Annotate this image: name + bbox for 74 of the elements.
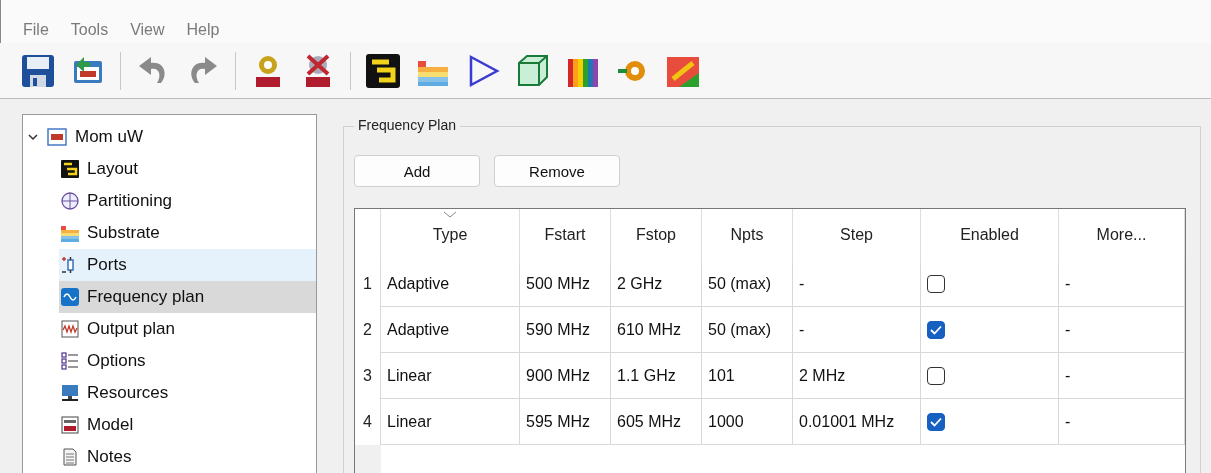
tree-item[interactable]: Notes <box>59 441 316 473</box>
globe-icon <box>61 192 79 210</box>
table-cell: 610 MHz <box>611 307 702 353</box>
table-cell: 1000 <box>702 399 793 445</box>
sort-icon <box>443 211 457 218</box>
tree-item[interactable]: Layout <box>59 153 316 185</box>
row-header-background <box>355 445 381 473</box>
tree-item[interactable]: Frequency plan <box>59 281 316 313</box>
group-title: Frequency Plan <box>354 117 461 133</box>
menu-item[interactable]: File <box>23 21 49 40</box>
cube-icon[interactable] <box>515 52 551 89</box>
table-cell: 605 MHz <box>611 399 702 445</box>
column-header[interactable]: Fstart <box>520 209 611 261</box>
table-cell: - <box>793 307 921 353</box>
table-cell: Adaptive <box>381 261 520 307</box>
tree-item[interactable]: Model <box>59 409 316 441</box>
table-cell: - <box>1059 399 1185 445</box>
monitor-icon <box>61 384 79 402</box>
column-header[interactable]: Type <box>381 209 520 261</box>
save-icon[interactable] <box>20 52 56 89</box>
tree-item[interactable]: Partitioning <box>59 185 316 217</box>
menu-item[interactable]: Tools <box>70 21 109 40</box>
checkbox[interactable] <box>927 274 945 293</box>
column-header[interactable]: More... <box>1059 209 1185 261</box>
project-icon <box>47 128 67 146</box>
tree-item[interactable]: Output plan <box>59 313 316 345</box>
table-cell: - <box>1059 307 1185 353</box>
table-cell: - <box>1059 353 1185 399</box>
waveform-icon <box>61 320 79 338</box>
frequency-icon <box>61 288 79 306</box>
table-cell: 2 MHz <box>793 353 921 399</box>
table-cell: 2 GHz <box>611 261 702 307</box>
column-header[interactable]: Step <box>793 209 921 261</box>
menu-item[interactable]: View <box>130 21 165 40</box>
tree-item[interactable]: Resources <box>59 377 316 409</box>
tree-item[interactable]: Ports <box>59 249 316 281</box>
table-cell: 50 (max) <box>702 307 793 353</box>
table-cell: 101 <box>702 353 793 399</box>
tree-item[interactable]: Mom uW <box>23 121 316 153</box>
remove-button[interactable]: Remove <box>494 155 620 187</box>
checkbox[interactable] <box>927 412 945 431</box>
table-cell: 900 MHz <box>520 353 611 399</box>
table-cell: - <box>1059 261 1185 307</box>
chevron-icon[interactable] <box>27 131 39 143</box>
table-cell: 595 MHz <box>520 399 611 445</box>
layout-icon <box>61 160 79 178</box>
table-cell: 0.01001 MHz <box>793 399 921 445</box>
list-icon <box>61 352 79 370</box>
checkmark-icon <box>930 324 942 335</box>
table-cell: Linear <box>381 399 520 445</box>
layout-icon[interactable] <box>365 52 401 89</box>
document-icon <box>61 448 79 466</box>
tree-item[interactable]: Options <box>59 345 316 377</box>
checkmark-icon <box>930 416 942 427</box>
column-header[interactable]: Enabled <box>921 209 1059 261</box>
add-button[interactable]: Add <box>354 155 480 187</box>
row-number: 3 <box>355 353 381 399</box>
column-header[interactable]: Npts <box>702 209 793 261</box>
table-cell: 500 MHz <box>520 261 611 307</box>
model-icon <box>61 416 79 434</box>
tree-item[interactable]: Substrate <box>59 217 316 249</box>
table-cell: Linear <box>381 353 520 399</box>
substrate-icon <box>61 224 79 242</box>
checkbox[interactable] <box>927 366 945 385</box>
table-cell: - <box>793 261 921 307</box>
table-cell: 50 (max) <box>702 261 793 307</box>
row-number: 1 <box>355 261 381 307</box>
table-cell: 1.1 GHz <box>611 353 702 399</box>
checkbox[interactable] <box>927 320 945 339</box>
row-number: 2 <box>355 307 381 353</box>
menu-item[interactable]: Help <box>186 21 220 40</box>
table-cell: 590 MHz <box>520 307 611 353</box>
table-cell: Adaptive <box>381 307 520 353</box>
column-header[interactable]: Fstop <box>611 209 702 261</box>
